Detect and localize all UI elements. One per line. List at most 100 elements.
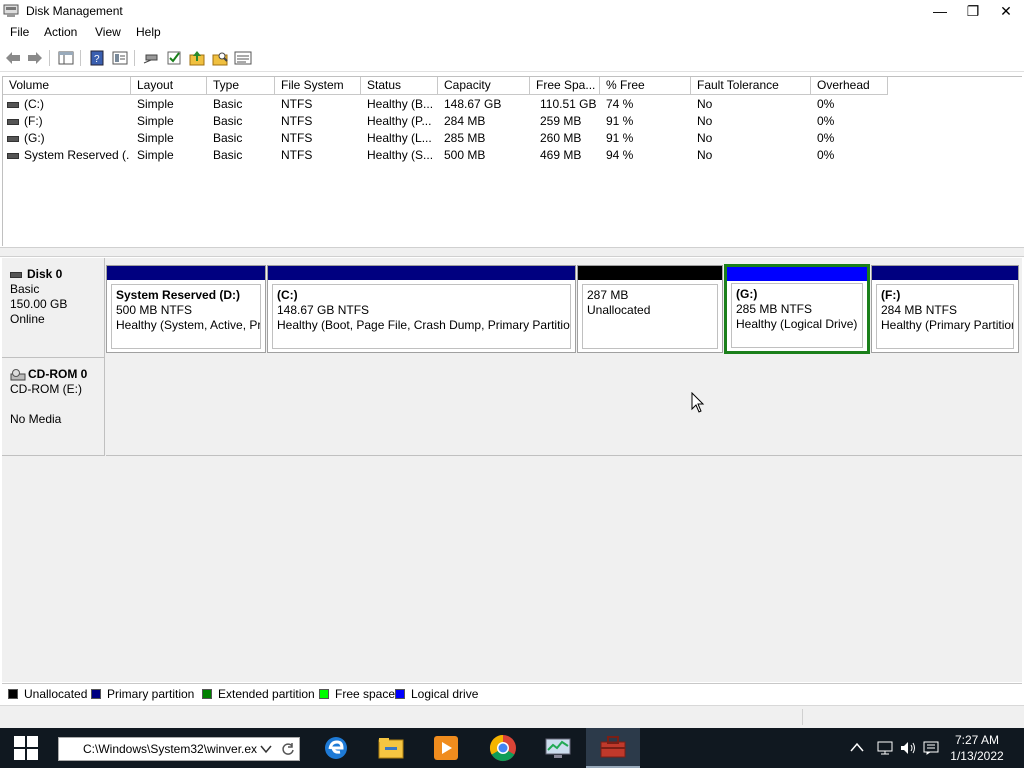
drive-icon — [7, 135, 19, 142]
cdrom-0-media-area[interactable] — [106, 358, 1022, 456]
file-system-cell: NTFS — [281, 114, 313, 128]
media-player-icon — [434, 736, 458, 760]
file-explorer-taskbar-button[interactable] — [364, 728, 418, 768]
table-row[interactable]: (C:) Simple Basic NTFS Healthy (B... 148… — [3, 96, 1021, 113]
capacity-cell: 284 MB — [444, 114, 486, 128]
partition-c[interactable]: (C:) 148.67 GB NTFS Healthy (Boot, Page … — [267, 265, 576, 353]
column-header-capacity[interactable]: Capacity — [438, 77, 530, 95]
column-header-file-system[interactable]: File System — [275, 77, 361, 95]
refresh-icon[interactable] — [281, 742, 295, 756]
disk-connect-icon[interactable] — [142, 49, 160, 67]
toolbar-separator — [134, 50, 135, 66]
svg-text:?: ? — [94, 54, 100, 65]
overhead-cell: 0% — [817, 148, 835, 162]
table-row[interactable]: System Reserved (... Simple Basic NTFS H… — [3, 147, 1021, 164]
partition-color-bar — [727, 267, 867, 281]
disk-0-state: Online — [10, 312, 45, 326]
list-view-icon[interactable] — [234, 49, 252, 67]
partition-color-bar — [872, 266, 1018, 280]
file-system-cell: NTFS — [281, 148, 313, 162]
disk-0-name: Disk 0 — [27, 267, 63, 281]
help-icon[interactable]: ? — [88, 49, 106, 67]
status-cell: Healthy (L... — [367, 131, 432, 145]
forward-arrow-icon[interactable] — [26, 49, 44, 67]
legend-swatch — [395, 689, 405, 699]
type-cell: Basic — [213, 97, 243, 111]
menu-view[interactable]: View — [95, 25, 121, 39]
type-cell: Basic — [213, 131, 243, 145]
table-row[interactable]: (G:) Simple Basic NTFS Healthy (L... 285… — [3, 130, 1021, 147]
partition-status: Healthy (Boot, Page File, Crash Dump, Pr… — [277, 318, 571, 332]
overhead-cell: 0% — [817, 131, 835, 145]
menu-action[interactable]: Action — [44, 25, 77, 39]
status-bar — [0, 705, 1024, 728]
chevron-down-icon[interactable] — [260, 744, 272, 754]
file-system-cell: NTFS — [281, 97, 313, 111]
column-header-free-space[interactable]: Free Spa... — [530, 77, 600, 95]
column-header-volume[interactable]: Volume — [3, 77, 131, 95]
volume-speaker-icon[interactable] — [899, 741, 917, 755]
legend-swatch — [202, 689, 212, 699]
legend-label: Extended partition — [218, 687, 315, 701]
show-hidden-icons-chevron-up-icon[interactable] — [850, 742, 864, 752]
cdrom-0-title: CD-ROM 0 — [10, 367, 104, 382]
column-header-percent-free[interactable]: % Free — [600, 77, 691, 95]
partition-details: (F:) 284 MB NTFS Healthy (Primary Partit… — [876, 284, 1014, 349]
column-header-layout[interactable]: Layout — [131, 77, 207, 95]
overhead-cell: 0% — [817, 114, 835, 128]
action-center-icon[interactable] — [923, 741, 939, 755]
legend-item-free-space: Free space — [319, 687, 395, 701]
column-header-status[interactable]: Status — [361, 77, 438, 95]
column-header-overhead[interactable]: Overhead — [811, 77, 888, 95]
partition-color-bar — [107, 266, 265, 280]
free-space-cell: 110.51 GB — [540, 97, 597, 111]
capacity-cell: 500 MB — [444, 148, 486, 162]
partition-unallocated[interactable]: 287 MB Unallocated — [577, 265, 723, 353]
folder-up-icon[interactable] — [188, 49, 206, 67]
start-button[interactable] — [0, 728, 52, 768]
clock[interactable]: 7:27 AM 1/13/2022 — [940, 732, 1014, 764]
menu-file[interactable]: File — [10, 25, 29, 39]
partition-size: 287 MB — [587, 288, 629, 302]
layout-cell: Simple — [137, 97, 174, 111]
properties-icon[interactable] — [111, 49, 129, 67]
legend-item-unallocated: Unallocated — [8, 687, 87, 701]
menu-help[interactable]: Help — [136, 25, 161, 39]
partition-size: 148.67 GB NTFS — [277, 303, 370, 317]
disk-0-header[interactable]: Disk 0 Basic 150.00 GB Online — [2, 258, 105, 358]
status-cell: Healthy (P... — [367, 114, 432, 128]
partition-system-reserved[interactable]: System Reserved (D:) 500 MB NTFS Healthy… — [106, 265, 266, 353]
legend-label: Logical drive — [411, 687, 479, 701]
partition-g-selected[interactable]: (G:) 285 MB NTFS Healthy (Logical Drive) — [724, 264, 870, 354]
clock-time: 7:27 AM — [954, 733, 1000, 747]
pane-splitter[interactable] — [0, 247, 1024, 257]
restore-button[interactable]: ❐ — [956, 0, 990, 22]
table-row[interactable]: (F:) Simple Basic NTFS Healthy (P... 284… — [3, 113, 1021, 130]
column-header-type[interactable]: Type — [207, 77, 275, 95]
disk-0-type: Basic — [10, 282, 40, 296]
edge-taskbar-button[interactable] — [309, 728, 363, 768]
drive-icon — [7, 118, 19, 125]
partition-f[interactable]: (F:) 284 MB NTFS Healthy (Primary Partit… — [871, 265, 1019, 353]
partition-details: 287 MB Unallocated — [582, 284, 718, 349]
cdrom-0-header[interactable]: CD-ROM 0 CD-ROM (E:) No Media — [2, 358, 105, 456]
folder-search-icon[interactable] — [211, 49, 229, 67]
network-icon[interactable] — [876, 741, 894, 755]
performance-monitor-taskbar-button[interactable] — [531, 728, 585, 768]
computer-management-taskbar-button-active[interactable] — [586, 728, 640, 768]
status-cell: Healthy (B... — [367, 97, 434, 111]
partition-color-bar — [268, 266, 575, 280]
chrome-taskbar-button[interactable] — [476, 728, 530, 768]
column-header-fault-tolerance[interactable]: Fault Tolerance — [691, 77, 811, 95]
checkmark-icon[interactable] — [165, 49, 183, 67]
partition-status: Unallocated — [587, 303, 651, 317]
partition-status: Healthy (Primary Partition — [881, 318, 1014, 332]
minimize-button[interactable]: — — [923, 0, 957, 22]
disk-icon — [10, 271, 22, 278]
media-player-taskbar-button[interactable] — [419, 728, 473, 768]
toolbar-separator — [49, 50, 50, 66]
taskbar-search-input[interactable]: C:\Windows\System32\winver.ex — [58, 737, 300, 761]
close-button[interactable]: ✕ — [989, 0, 1023, 22]
console-tree-icon[interactable] — [57, 49, 75, 67]
back-arrow-icon[interactable] — [4, 49, 22, 67]
